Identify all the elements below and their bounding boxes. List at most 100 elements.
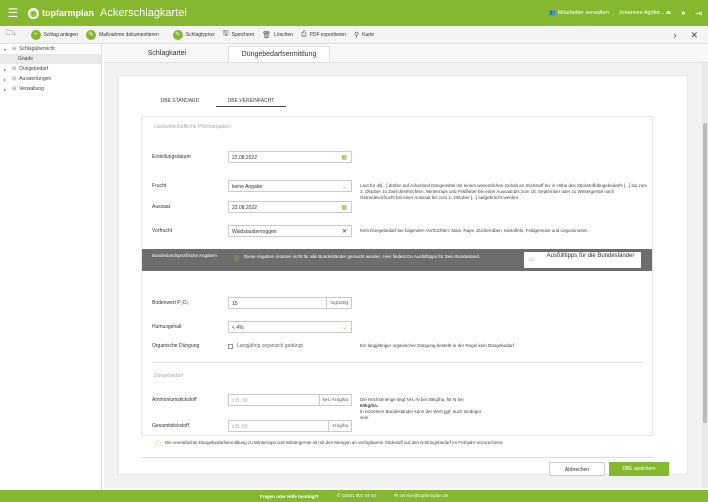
sidebar-item-label: Düngebedarf (19, 66, 49, 72)
aussaat-value: 22.08.2022 (232, 205, 258, 211)
cancel-button[interactable]: Abbrechen (549, 462, 605, 476)
frucht-select[interactable]: keine Angabe ⌄ (228, 180, 352, 192)
karte-label: Karte (362, 31, 375, 38)
humusgehalt-value: < 4% (232, 325, 244, 331)
phone-icon: ✆ (336, 493, 341, 499)
sidebar-item-label: Schlagübersicht (19, 46, 55, 52)
document-icon: ▭ (529, 257, 534, 263)
vorfrucht-info: Kein Düngebedarf bei folgenden Vorfrücht… (360, 228, 589, 233)
logout-icon[interactable]: ⇥ (695, 9, 702, 18)
loeschen-label: Löschen (274, 31, 293, 38)
footer-email[interactable]: ✉ service@topfarmplan.de (394, 493, 448, 499)
folder-icon: 🗀↓ (6, 30, 17, 37)
topbar-right: 👥 Mitarbeiter verwalten Johannes Agrifor… (549, 0, 702, 26)
footer-phone[interactable]: ✆ 02501 801 44 04 (337, 493, 376, 499)
tab-schlagkartei[interactable]: Schlagkartei (122, 46, 212, 62)
close-icon[interactable]: ✕ (690, 30, 698, 41)
user-icon[interactable]: ● (681, 10, 685, 17)
section-duengebedarf: Düngebedarf (154, 373, 183, 379)
tree-icon: ⊞ (12, 86, 17, 92)
chevron-right-icon: ▸ (4, 66, 7, 72)
bodenwert-input[interactable]: 15 mg/100g (228, 297, 352, 309)
gesamt-input[interactable]: z.B. 60 N kg/ha (228, 420, 352, 432)
org-duengung-checkbox-label[interactable]: Langjährig organisch gedüngt (237, 343, 303, 349)
loeschen-button[interactable]: 🗑 Löschen (262, 31, 293, 39)
tree-icon: ⊞ (12, 66, 17, 72)
pdf-icon: ⎙ (300, 30, 307, 38)
gesamt-unit: N kg/ha (328, 421, 351, 431)
footer: Fragen oder Hilfe benötigt? ✆ 02501 801 … (0, 490, 708, 502)
save-dbe-button[interactable]: DBE speichern (609, 462, 669, 476)
massnahme-button[interactable]: ✎ Maßnahme dokumentieren (85, 29, 159, 40)
dbe-subtabs: DBE STANDARD DBE VEREINFACHT (144, 96, 286, 107)
subtab-dbe-vereinfacht[interactable]: DBE VEREINFACHT (216, 96, 286, 107)
form-card: DBE STANDARD DBE VEREINFACHT Landwirtsch… (118, 75, 688, 476)
toolbar-right: › ✕ (673, 26, 698, 44)
clear-icon[interactable]: ✕ (342, 228, 347, 235)
info-icon: ⓘ (155, 442, 162, 448)
mail-icon: ✉ (393, 493, 399, 499)
duenge-info-line: sein. (360, 415, 370, 420)
sidebar-item-auswertungen[interactable]: ▸ ⊞ Auswertungen (0, 74, 101, 84)
sidebar-item-schlaguebersicht[interactable]: ▾ ⊞ Schlagübersicht (0, 44, 101, 54)
main-content: DBE STANDARD DBE VEREINFACHT Landwirtsch… (104, 63, 702, 488)
frucht-value: keine Angabe (232, 184, 263, 190)
erstellungsdatum-label: Erstellungsdatum (152, 154, 191, 160)
gesamt-label: Gesamtstickstoff (152, 423, 189, 429)
subtab-dbe-standard[interactable]: DBE STANDARD (144, 96, 216, 107)
sidebar-item-label: Auswertungen (19, 76, 52, 82)
scrollbar-thumb[interactable] (703, 123, 707, 423)
brand-name: topfarmplan (42, 8, 95, 18)
ammonium-unit: NH₄-N kg/ha (318, 395, 351, 405)
top-bar: ☰ ◉ topfarmplan Ackerschlagkartei 👥 Mita… (0, 0, 708, 26)
tree-icon: ⊞ (12, 76, 17, 82)
pdf-export-button[interactable]: ⎙ PDF exportieren (301, 31, 346, 39)
ammonium-input[interactable]: z.B. 30 NH₄-N kg/ha (228, 394, 352, 406)
dbe-form: Landwirtschaftliche Pflichtangaben Erste… (141, 116, 653, 436)
schlag-anlegen-button[interactable]: + Schlag anlegen (30, 29, 78, 40)
org-duengung-info: Ein langjähriger organischer Düngung bes… (360, 343, 514, 348)
massnahme-label: Maßnahme dokumentieren (98, 31, 159, 38)
erstellungsdatum-value: 22.08.2022 (232, 155, 258, 161)
humusgehalt-label: Humusgehalt (152, 324, 182, 330)
collapse-sidebar-button[interactable]: 🗀↓ (6, 29, 17, 40)
schlagtyp-button[interactable]: ✎ Schlagtyprox (172, 29, 215, 40)
duenge-info: Die Höchstmenge liegt NH₄-N bei 30kg/ha,… (360, 397, 510, 421)
map-pin-icon: ⚲ (353, 31, 360, 39)
vorfrucht-input[interactable]: Waldstaudenroggen ✕ (228, 225, 352, 237)
sidebar-item-label: Gnade (18, 56, 34, 62)
toolbar: 🗀↓ + Schlag anlegen ✎ Maßnahme dokumentier… (0, 26, 708, 44)
org-duengung-checkbox[interactable] (228, 344, 233, 349)
tree-icon: ⊞ (12, 46, 17, 52)
chevron-right-icon[interactable]: › (673, 30, 676, 40)
footer-help: Fragen oder Hilfe benötigt? (259, 493, 319, 499)
user-admin-link[interactable]: 👥 Mitarbeiter verwalten (549, 10, 608, 16)
pencil-icon: ✎ (85, 29, 96, 40)
brand-logo-icon: ◉ (28, 7, 39, 19)
calendar-icon[interactable]: ▦ (341, 154, 347, 161)
sidebar-item-verwaltung[interactable]: ▸ ⊞ Verwaltung (0, 84, 101, 94)
schlagtyp-label: Schlagtyprox (185, 31, 215, 38)
main-scrollbar[interactable] (702, 63, 708, 488)
humusgehalt-select[interactable]: < 4% ⌄ (228, 321, 352, 333)
sidebar: ▾ ⊞ Schlagübersicht Gnade ▸ ⊞ Düngebedarf ▸ ⊞… (0, 44, 102, 490)
sidebar-item-gnade[interactable]: Gnade (0, 54, 101, 64)
bodenwert-label: Bodenwert P₂O₅ (152, 300, 189, 306)
chevron-down-icon: ▾ (4, 46, 7, 52)
vorfrucht-value: Waldstaudenroggen (232, 229, 277, 235)
tab-duengebedarfsermittlung[interactable]: Düngebedarfsermittlung (228, 46, 330, 62)
calendar-icon[interactable]: ▦ (341, 204, 347, 211)
speichern-button[interactable]: 🖫 Speichern (223, 29, 254, 40)
ausfuelltipps-button[interactable]: ▭ Ausfülltipps für die Bundesländer (524, 252, 641, 268)
chevron-down-icon: ⌄ (341, 184, 347, 190)
aussaat-input[interactable]: 22.08.2022 ▦ (228, 201, 352, 213)
hamburger-menu-icon[interactable]: ☰ (0, 6, 26, 20)
bottom-note: Die vereinfachte Düngebedarfsermittlung … (165, 440, 504, 445)
bundesland-msg: Diese Angaben müssen nicht für alle Bund… (244, 254, 481, 259)
aussaat-info: Laut für dk[...] dürfen auf Ackerland Dü… (360, 183, 647, 200)
user-name[interactable]: Johannes Agrifor... ⏏ (619, 10, 671, 16)
karte-button[interactable]: ⚲ Karte (354, 31, 374, 39)
sidebar-item-duengebedarf[interactable]: ▸ ⊞ Düngebedarf (0, 64, 101, 74)
erstellungsdatum-input[interactable]: 22.08.2022 ▦ (228, 151, 352, 163)
main-tabs: Schlagkartei Düngebedarfsermittlung (104, 44, 708, 63)
